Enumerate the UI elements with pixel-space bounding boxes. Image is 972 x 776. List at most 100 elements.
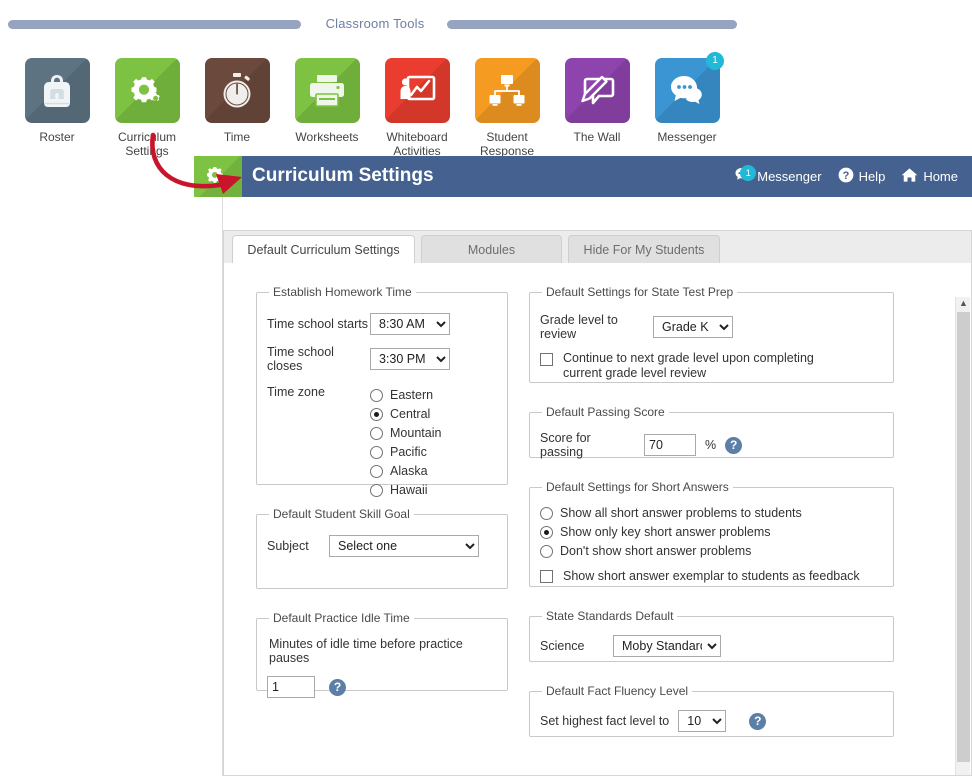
app-label: Time: [223, 130, 251, 144]
header-messenger-label: Messenger: [757, 169, 822, 184]
home-icon: [901, 167, 918, 186]
checkbox-icon: [540, 353, 553, 366]
vertical-scrollbar[interactable]: ▲: [955, 297, 970, 775]
app-label: Curriculum Settings: [117, 130, 176, 158]
legend-idle-time: Default Practice Idle Time: [273, 611, 410, 625]
decorative-rule-right: [447, 20, 737, 29]
idle-time-description: Minutes of idle time before practice pau…: [269, 637, 463, 665]
radio-dont-show-short-answers[interactable]: Don't show short answer problems: [540, 544, 883, 558]
label-percent-sign: %: [705, 438, 717, 452]
radio-icon: [370, 388, 383, 402]
settings-panel: Default Curriculum Settings Modules Hide…: [223, 230, 972, 776]
radio-timezone-hawaii[interactable]: Hawaii: [370, 483, 441, 497]
timezone-radio-group: Eastern Central Mountain Pacific Alaska …: [370, 383, 441, 502]
tab-modules[interactable]: Modules: [421, 235, 562, 264]
label-subject: Subject: [267, 539, 309, 553]
fieldset-state-test-prep: Default Settings for State Test Prep Gra…: [529, 285, 894, 383]
legend-state-test-prep: Default Settings for State Test Prep: [546, 285, 734, 299]
app-tile-worksheets[interactable]: Worksheets: [282, 58, 372, 144]
radio-icon: [540, 506, 553, 520]
help-icon-fact-fluency[interactable]: ?: [749, 712, 767, 730]
tab-strip: Default Curriculum Settings Modules Hide…: [223, 230, 972, 264]
label-science: Science: [540, 639, 585, 653]
radio-timezone-eastern[interactable]: Eastern: [370, 388, 441, 402]
label-time-zone: Time zone: [267, 385, 325, 399]
gears-icon: [114, 58, 180, 123]
legend-fact-fluency: Default Fact Fluency Level: [546, 684, 689, 698]
decorative-rule-left: [8, 20, 301, 29]
fieldset-default-fact-fluency-level: Default Fact Fluency Level Set highest f…: [529, 684, 894, 737]
checkbox-continue-label: Continue to next grade level upon comple…: [563, 351, 814, 380]
radio-icon: [370, 407, 383, 421]
app-tile-student-response-system[interactable]: Student ResponseSystem: [462, 58, 552, 172]
app-tile-whiteboard-activities[interactable]: Whiteboard Activities: [372, 58, 462, 158]
select-science-standards[interactable]: Moby Standards: [613, 635, 721, 657]
app-label: Messenger: [657, 130, 717, 144]
input-passing-score[interactable]: [644, 434, 696, 456]
radio-show-all-short-answers[interactable]: Show all short answer problems to studen…: [540, 506, 883, 520]
radio-timezone-alaska[interactable]: Alaska: [370, 464, 441, 478]
page-title: Curriculum Settings: [252, 165, 434, 186]
question-circle-icon: ?: [838, 167, 854, 186]
app-tile-roster[interactable]: Roster: [12, 58, 102, 144]
scrollbar-thumb[interactable]: [957, 312, 970, 762]
radio-icon: [370, 464, 383, 478]
radio-icon: [540, 525, 553, 539]
radio-timezone-pacific[interactable]: Pacific: [370, 445, 441, 459]
radio-timezone-mountain[interactable]: Mountain: [370, 426, 441, 440]
select-subject[interactable]: Select one: [329, 535, 479, 557]
checkbox-show-exemplar[interactable]: Show short answer exemplar to students a…: [540, 569, 883, 583]
printer-icon: [294, 58, 360, 123]
select-fact-level[interactable]: 10: [678, 710, 727, 732]
header-home-button[interactable]: Home: [901, 167, 958, 186]
app-label: Roster: [39, 130, 75, 144]
legend-state-standards: State Standards Default: [546, 609, 674, 623]
radio-show-key-short-answers[interactable]: Show only key short answer problems: [540, 525, 883, 539]
select-time-school-closes[interactable]: 3:30 PM: [370, 348, 450, 370]
left-settings-column: Establish Homework Time Time school star…: [256, 263, 508, 713]
label-set-highest-fact-level: Set highest fact level to: [540, 714, 670, 728]
header-messenger-button[interactable]: 1 Messenger: [734, 165, 822, 186]
select-grade-level[interactable]: Grade K: [653, 316, 733, 338]
whiteboard-icon: [384, 58, 450, 123]
checkbox-icon: [540, 569, 553, 583]
legend-skill-goal: Default Student Skill Goal: [273, 507, 410, 521]
help-icon-idle-time[interactable]: ?: [329, 678, 346, 696]
label-time-school-closes: Time school closes: [267, 345, 334, 373]
legend-homework-time: Establish Homework Time: [273, 285, 412, 299]
app-tile-messenger[interactable]: 1 Messenger: [642, 52, 732, 144]
header-help-button[interactable]: ? Help: [838, 167, 886, 186]
page-header-bar: Curriculum Settings 1 Messenger ? Help H…: [194, 156, 972, 197]
scroll-up-arrow-icon[interactable]: ▲: [956, 297, 971, 312]
radio-icon: [370, 445, 383, 459]
fieldset-state-standards-default: State Standards Default Science Moby Sta…: [529, 609, 894, 662]
stopwatch-icon: [204, 58, 270, 123]
legend-passing-score: Default Passing Score: [546, 405, 665, 419]
select-time-school-starts[interactable]: 8:30 AM: [370, 313, 450, 335]
right-settings-column: Default Settings for State Test Prep Gra…: [529, 263, 894, 759]
input-idle-minutes[interactable]: [267, 676, 315, 698]
fieldset-short-answers: Default Settings for Short Answers Show …: [529, 480, 894, 587]
backpack-icon: [24, 58, 90, 123]
tab-hide-for-my-students[interactable]: Hide For My Students: [568, 235, 720, 264]
fieldset-establish-homework-time: Establish Homework Time Time school star…: [256, 285, 508, 497]
checkbox-continue-next-grade[interactable]: Continue to next grade level upon comple…: [540, 351, 883, 381]
fieldset-default-passing-score: Default Passing Score Score for passing …: [529, 405, 894, 459]
app-tile-curriculum-settings[interactable]: Curriculum Settings: [102, 58, 192, 158]
app-tile-time[interactable]: Time: [192, 58, 282, 144]
messenger-badge: 1: [706, 52, 724, 70]
help-icon-passing-score[interactable]: ?: [725, 436, 743, 454]
fieldset-default-practice-idle-time: Default Practice Idle Time Minutes of id…: [256, 611, 508, 698]
radio-timezone-central[interactable]: Central: [370, 407, 441, 421]
label-grade-level-to-review: Grade level to review: [540, 313, 618, 341]
tab-default-curriculum-settings[interactable]: Default Curriculum Settings: [232, 235, 415, 264]
app-label: The Wall: [573, 130, 621, 144]
radio-icon: [370, 426, 383, 440]
radio-icon: [540, 544, 553, 558]
legend-short-answers: Default Settings for Short Answers: [546, 480, 729, 494]
network-icon: [474, 58, 540, 123]
header-help-label: Help: [858, 169, 886, 184]
app-tile-the-wall[interactable]: The Wall: [552, 58, 642, 144]
fieldset-default-student-skill-goal: Default Student Skill Goal Subject Selec…: [256, 507, 508, 589]
header-home-label: Home: [923, 169, 958, 184]
